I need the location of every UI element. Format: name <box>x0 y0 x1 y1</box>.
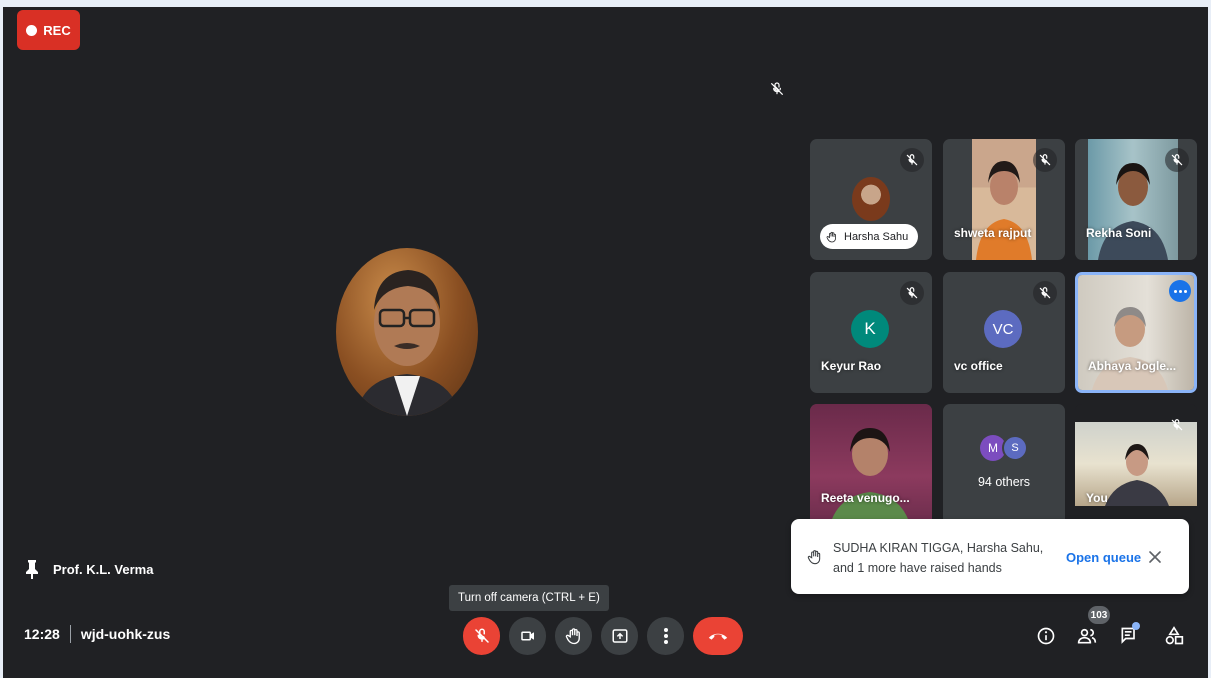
camera-tooltip: Turn off camera (CTRL + E) <box>449 585 609 611</box>
camera-toggle-button[interactable] <box>509 617 546 655</box>
presenter-label: Prof. K.L. Verma <box>25 559 153 579</box>
participant-name: Keyur Rao <box>821 359 882 373</box>
others-count: 94 others <box>977 475 1031 489</box>
record-dot-icon <box>26 24 38 36</box>
meeting-details-button[interactable] <box>1034 624 1058 648</box>
microphone-toggle-button[interactable] <box>463 617 500 655</box>
unread-dot-icon <box>1132 622 1140 630</box>
more-options-button[interactable] <box>647 617 684 655</box>
participant-tile-harsha[interactable]: Harsha Sahu <box>810 139 932 260</box>
recording-indicator: REC <box>17 10 80 50</box>
participant-tile-rekha[interactable]: Rekha Soni <box>1075 139 1197 260</box>
raised-hand-icon <box>807 550 821 565</box>
mic-off-icon <box>1033 281 1057 305</box>
more-vert-icon <box>663 628 668 644</box>
participant-video <box>972 139 1036 260</box>
participant-name: Rekha Soni <box>1086 226 1152 240</box>
raised-hand-icon <box>826 231 836 242</box>
participant-tile-reeta[interactable]: Reeta venugo... <box>810 404 932 525</box>
avatar: K <box>851 310 889 348</box>
participant-video <box>810 404 932 525</box>
raised-hands-notification: SUDHA KIRAN TIGGA, Harsha Sahu, and 1 mo… <box>791 519 1189 594</box>
end-call-icon <box>708 633 728 640</box>
participant-tile-abhaya[interactable]: Abhaya Jogle... <box>1075 272 1197 393</box>
presenter-avatar <box>336 248 478 416</box>
participant-tile-others[interactable]: M S 94 others <box>943 404 1065 525</box>
more-options-icon[interactable] <box>1169 280 1191 302</box>
recording-label: REC <box>43 22 71 38</box>
open-queue-button[interactable]: Open queue <box>1066 550 1141 565</box>
participant-tile-vc-office[interactable]: VC vc office <box>943 272 1065 393</box>
participant-name: You <box>1086 491 1108 505</box>
mic-off-icon <box>771 82 783 95</box>
participant-name: shweta rajput <box>954 226 1032 240</box>
mic-off-icon <box>474 628 489 643</box>
activities-button[interactable] <box>1162 624 1186 648</box>
raised-hand-chip: Harsha Sahu <box>820 224 919 249</box>
people-icon <box>1077 628 1097 644</box>
meeting-stage: REC Prof. K.L. Verma Harsha Sahu shweta … <box>3 7 1208 678</box>
participant-tile-you[interactable]: You <box>1075 404 1197 525</box>
avatar: S <box>1002 435 1028 461</box>
participant-tile-shweta[interactable]: shweta rajput <box>943 139 1065 260</box>
meeting-details: 12:28 wjd-uohk-zus <box>24 625 170 643</box>
close-icon[interactable] <box>1145 547 1165 567</box>
divider <box>69 625 71 643</box>
participant-tile-keyur[interactable]: K Keyur Rao <box>810 272 932 393</box>
mic-off-icon <box>900 148 924 172</box>
leave-call-button[interactable] <box>693 617 743 655</box>
mic-off-icon <box>1033 148 1057 172</box>
video-camera-icon <box>520 631 534 641</box>
raise-hand-button[interactable] <box>555 617 592 655</box>
presenter-name: Prof. K.L. Verma <box>53 561 154 577</box>
activities-icon <box>1165 626 1184 645</box>
avatar: VC <box>984 310 1022 348</box>
mic-off-icon <box>1165 148 1189 172</box>
participant-name: Harsha Sahu <box>844 230 909 243</box>
chat-button[interactable] <box>1117 622 1141 648</box>
participant-name: Abhaya Jogle... <box>1088 359 1177 373</box>
participant-count-badge: 103 <box>1088 606 1110 624</box>
mic-off-icon <box>1165 413 1189 437</box>
avatar <box>852 177 890 221</box>
participant-name: Reeta venugo... <box>821 491 910 505</box>
notification-message: SUDHA KIRAN TIGGA, Harsha Sahu, and 1 mo… <box>833 541 1044 575</box>
people-button[interactable] <box>1075 624 1099 648</box>
meeting-code[interactable]: wjd-uohk-zus <box>81 626 170 642</box>
pin-icon[interactable] <box>25 559 39 579</box>
info-icon <box>1037 627 1055 645</box>
raised-hand-icon <box>565 628 580 645</box>
present-screen-icon <box>612 629 627 643</box>
meeting-time: 12:28 <box>24 626 60 642</box>
mic-off-icon <box>900 281 924 305</box>
participant-name: vc office <box>954 359 1003 373</box>
present-screen-button[interactable] <box>601 617 638 655</box>
